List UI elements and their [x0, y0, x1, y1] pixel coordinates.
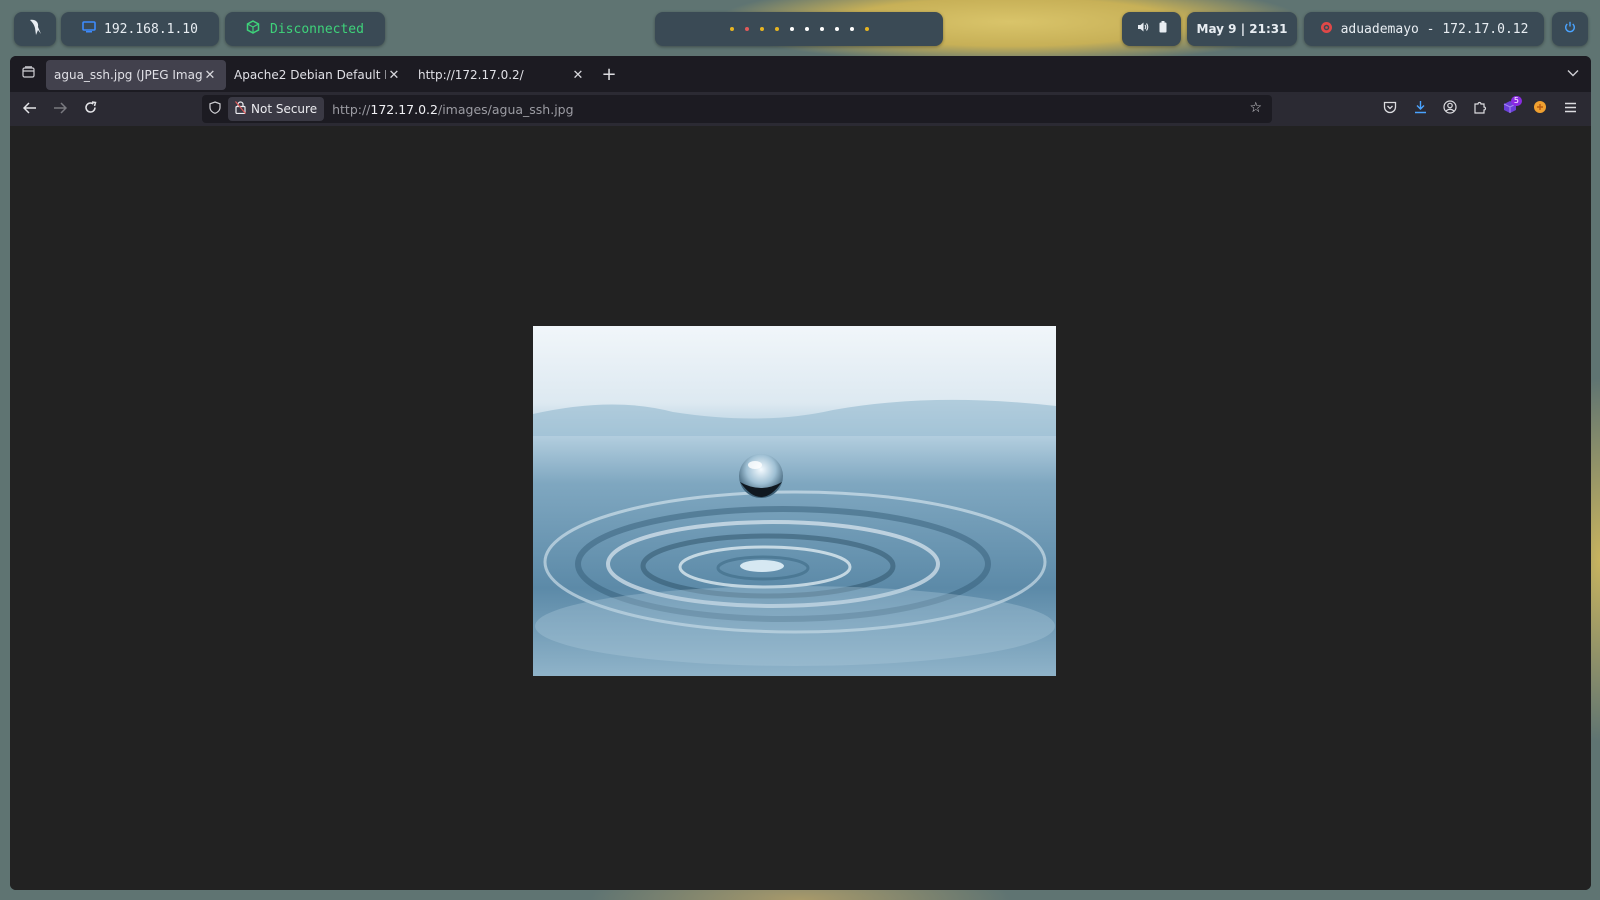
- page-content: [10, 126, 1591, 890]
- target-label: aduademayo - 172.17.0.12: [1340, 21, 1529, 37]
- ip-address: 192.168.1.10: [104, 21, 198, 37]
- url-host: 172.17.0.2: [370, 101, 438, 117]
- battery-icon[interactable]: [1159, 21, 1167, 37]
- workspace-dot-7[interactable]: [819, 27, 824, 31]
- workspace-dot-4[interactable]: [774, 27, 779, 31]
- extensions-button[interactable]: [1467, 96, 1493, 122]
- extension-badge: 5: [1510, 96, 1522, 106]
- ip-widget[interactable]: 192.168.1.10: [61, 12, 219, 46]
- workspace-dot-1[interactable]: [729, 27, 734, 31]
- firefox-view-icon: [21, 66, 35, 82]
- tab-host-root[interactable]: http://172.17.0.2/ ✕: [410, 60, 594, 90]
- puzzle-piece-icon: [1473, 100, 1487, 118]
- download-icon: [1414, 100, 1427, 118]
- list-all-tabs-button[interactable]: [1567, 66, 1579, 80]
- browser-window: agua_ssh.jpg (JPEG Image, 6 ✕ Apache2 De…: [10, 56, 1591, 890]
- vpn-shield-icon: [246, 20, 260, 38]
- url-text[interactable]: http://172.17.0.2/images/agua_ssh.jpg: [332, 102, 573, 117]
- tab-title: http://172.17.0.2/: [418, 68, 524, 82]
- workspace-dot-10[interactable]: [864, 27, 869, 31]
- vpn-status: Disconnected: [270, 21, 364, 37]
- volume-icon[interactable]: [1137, 21, 1149, 37]
- new-tab-button[interactable]: +: [594, 59, 624, 89]
- address-bar[interactable]: Not Secure http://172.17.0.2/images/agua…: [202, 95, 1272, 123]
- chevron-down-icon: [1567, 66, 1579, 80]
- bookmark-star-icon[interactable]: ☆: [1249, 100, 1262, 116]
- app-menu-button[interactable]: [1557, 96, 1583, 122]
- workspace-dot-8[interactable]: [834, 27, 839, 31]
- account-button[interactable]: [1437, 96, 1463, 122]
- reload-button[interactable]: [75, 94, 105, 124]
- arrow-left-icon: [22, 100, 37, 118]
- water-drop-image[interactable]: [533, 326, 1056, 676]
- workspace-switcher[interactable]: [655, 12, 943, 46]
- not-secure-indicator[interactable]: Not Secure: [228, 97, 325, 121]
- firefox-view-button[interactable]: [10, 56, 46, 92]
- workspace-dot-5[interactable]: [789, 27, 794, 31]
- url-path: /images/agua_ssh.jpg: [437, 101, 574, 117]
- menu-launcher-button[interactable]: [14, 12, 56, 46]
- plus-icon: +: [601, 63, 617, 85]
- clock[interactable]: May 9 | 21:31: [1187, 12, 1297, 46]
- workspace-dot-2[interactable]: [744, 27, 749, 31]
- navigation-toolbar: Not Secure http://172.17.0.2/images/agua…: [10, 92, 1591, 126]
- system-tray[interactable]: [1122, 12, 1181, 46]
- hamburger-menu-icon: [1564, 102, 1577, 117]
- close-icon[interactable]: ✕: [202, 68, 218, 83]
- power-icon: [1564, 21, 1576, 37]
- reload-icon: [84, 100, 97, 118]
- tab-title: Apache2 Debian Default Pag: [234, 68, 386, 82]
- tab-apache-default[interactable]: Apache2 Debian Default Pag ✕: [226, 60, 410, 90]
- forward-button[interactable]: [45, 94, 75, 124]
- close-icon[interactable]: ✕: [570, 68, 586, 83]
- target-widget[interactable]: aduademayo - 172.17.0.12: [1304, 12, 1544, 46]
- workspace-dot-9[interactable]: [849, 27, 854, 31]
- back-button[interactable]: [15, 94, 45, 124]
- target-icon: [1320, 21, 1333, 38]
- arrow-right-icon: [53, 100, 68, 118]
- vpn-widget[interactable]: Disconnected: [225, 12, 385, 46]
- extension-orange-button[interactable]: [1527, 96, 1553, 122]
- pocket-icon: [1383, 101, 1397, 118]
- close-icon[interactable]: ✕: [386, 68, 402, 83]
- downloads-button[interactable]: [1407, 96, 1433, 122]
- extension-cube-button[interactable]: 5: [1497, 96, 1523, 122]
- lock-strikethrough-icon: [235, 101, 246, 117]
- kali-dragon-icon: [27, 18, 43, 40]
- tab-title: agua_ssh.jpg (JPEG Image, 6: [54, 68, 202, 82]
- toolbar-extensions: 5: [1377, 92, 1583, 126]
- tracking-protection-shield-icon[interactable]: [202, 100, 228, 118]
- network-icon: [82, 21, 96, 37]
- tab-agua-ssh-image[interactable]: agua_ssh.jpg (JPEG Image, 6 ✕: [46, 60, 226, 90]
- pocket-button[interactable]: [1377, 96, 1403, 122]
- security-label: Not Secure: [251, 102, 318, 116]
- account-circle-icon: [1443, 100, 1457, 118]
- power-button[interactable]: [1552, 12, 1588, 46]
- workspace-dot-6[interactable]: [804, 27, 809, 31]
- orange-circle-extension-icon: [1533, 100, 1547, 118]
- workspace-dot-3[interactable]: [759, 27, 764, 31]
- url-prefix: http://: [332, 101, 371, 117]
- tab-bar: agua_ssh.jpg (JPEG Image, 6 ✕ Apache2 De…: [10, 56, 1591, 92]
